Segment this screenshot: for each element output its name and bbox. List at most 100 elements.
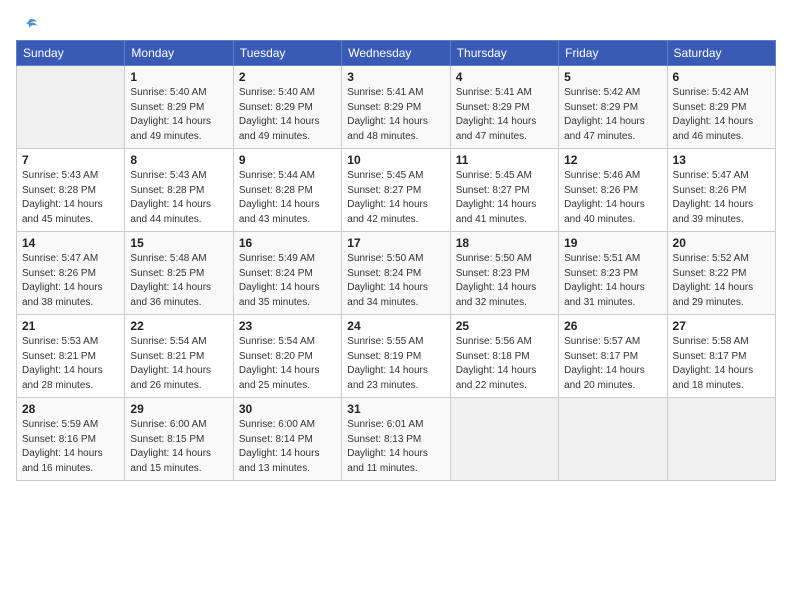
day-info: Sunrise: 5:40 AM Sunset: 8:29 PM Dayligh…: [130, 86, 227, 144]
calendar-cell: 11Sunrise: 5:45 AM Sunset: 8:27 PM Dayli…: [450, 149, 558, 232]
calendar-cell: 31Sunrise: 6:01 AM Sunset: 8:13 PM Dayli…: [342, 398, 450, 481]
day-info: Sunrise: 5:49 AM Sunset: 8:24 PM Dayligh…: [239, 252, 336, 310]
day-info: Sunrise: 5:57 AM Sunset: 8:17 PM Dayligh…: [564, 335, 661, 393]
day-info: Sunrise: 5:53 AM Sunset: 8:21 PM Dayligh…: [22, 335, 119, 393]
day-info: Sunrise: 5:59 AM Sunset: 8:16 PM Dayligh…: [22, 418, 119, 476]
calendar-week-row: 21 Sunrise: 5:53 AM Sunset: 8:21 PM Dayli…: [17, 315, 776, 398]
calendar-cell: 28 Sunrise: 5:59 AM Sunset: 8:16 PM Dayli…: [17, 398, 125, 481]
day-number: 5: [564, 70, 661, 84]
calendar-cell: 10 Sunrise: 5:45 AM Sunset: 8:27 PM Dayli…: [342, 149, 450, 232]
day-info: Sunrise: 5:44 AM Sunset: 8:28 PM Dayligh…: [239, 169, 336, 227]
calendar-cell: 20 Sunrise: 5:52 AM Sunset: 8:22 PM Dayli…: [667, 232, 775, 315]
day-header-friday: Friday: [559, 41, 667, 66]
day-info: Sunrise: 5:41 AM Sunset: 8:29 PM Dayligh…: [347, 86, 444, 144]
calendar-cell: 19Sunrise: 5:51 AM Sunset: 8:23 PM Dayli…: [559, 232, 667, 315]
day-number: 19: [564, 236, 661, 250]
calendar-cell: [559, 398, 667, 481]
calendar-cell: [667, 398, 775, 481]
day-info: Sunrise: 5:58 AM Sunset: 8:17 PM Dayligh…: [673, 335, 770, 393]
calendar-cell: 26 Sunrise: 5:57 AM Sunset: 8:17 PM Dayli…: [559, 315, 667, 398]
day-header-saturday: Saturday: [667, 41, 775, 66]
day-number: 31: [347, 402, 444, 416]
calendar-cell: 4 Sunrise: 5:41 AM Sunset: 8:29 PM Daylig…: [450, 66, 558, 149]
day-info: Sunrise: 5:48 AM Sunset: 8:25 PM Dayligh…: [130, 252, 227, 310]
day-number: 25: [456, 319, 553, 333]
day-number: 7: [22, 153, 119, 167]
day-number: 8: [130, 153, 227, 167]
calendar-cell: 22 Sunrise: 5:54 AM Sunset: 8:21 PM Dayli…: [125, 315, 233, 398]
day-info: Sunrise: 5:50 AM Sunset: 8:23 PM Dayligh…: [456, 252, 553, 310]
calendar-cell: 7 Sunrise: 5:43 AM Sunset: 8:28 PM Daylig…: [17, 149, 125, 232]
calendar-week-row: 7 Sunrise: 5:43 AM Sunset: 8:28 PM Daylig…: [17, 149, 776, 232]
day-number: 13: [673, 153, 770, 167]
day-number: 6: [673, 70, 770, 84]
calendar-cell: 15 Sunrise: 5:48 AM Sunset: 8:25 PM Dayli…: [125, 232, 233, 315]
calendar-cell: 17Sunrise: 5:50 AM Sunset: 8:24 PM Dayli…: [342, 232, 450, 315]
calendar-cell: 30 Sunrise: 6:00 AM Sunset: 8:14 PM Dayli…: [233, 398, 341, 481]
calendar-cell: [17, 66, 125, 149]
day-info: Sunrise: 5:46 AM Sunset: 8:26 PM Dayligh…: [564, 169, 661, 227]
calendar-cell: 12 Sunrise: 5:46 AM Sunset: 8:26 PM Dayli…: [559, 149, 667, 232]
day-number: 10: [347, 153, 444, 167]
day-info: Sunrise: 5:54 AM Sunset: 8:21 PM Dayligh…: [130, 335, 227, 393]
calendar-cell: 27Sunrise: 5:58 AM Sunset: 8:17 PM Dayli…: [667, 315, 775, 398]
day-number: 28: [22, 402, 119, 416]
calendar-cell: 2Sunrise: 5:40 AM Sunset: 8:29 PM Daylig…: [233, 66, 341, 149]
calendar-header-row: SundayMondayTuesdayWednesdayThursdayFrid…: [17, 41, 776, 66]
day-number: 14: [22, 236, 119, 250]
day-number: 20: [673, 236, 770, 250]
day-info: Sunrise: 6:00 AM Sunset: 8:15 PM Dayligh…: [130, 418, 227, 476]
calendar-cell: 23Sunrise: 5:54 AM Sunset: 8:20 PM Dayli…: [233, 315, 341, 398]
day-number: 30: [239, 402, 336, 416]
day-number: 9: [239, 153, 336, 167]
day-header-tuesday: Tuesday: [233, 41, 341, 66]
page-header: [16, 16, 776, 34]
calendar-week-row: 14 Sunrise: 5:47 AM Sunset: 8:26 PM Dayli…: [17, 232, 776, 315]
day-number: 17: [347, 236, 444, 250]
day-info: Sunrise: 5:43 AM Sunset: 8:28 PM Dayligh…: [130, 169, 227, 227]
day-info: Sunrise: 6:00 AM Sunset: 8:14 PM Dayligh…: [239, 418, 336, 476]
calendar-table: SundayMondayTuesdayWednesdayThursdayFrid…: [16, 40, 776, 481]
calendar-cell: 29 Sunrise: 6:00 AM Sunset: 8:15 PM Dayli…: [125, 398, 233, 481]
day-number: 21: [22, 319, 119, 333]
day-info: Sunrise: 5:41 AM Sunset: 8:29 PM Dayligh…: [456, 86, 553, 144]
calendar-cell: 21 Sunrise: 5:53 AM Sunset: 8:21 PM Dayli…: [17, 315, 125, 398]
day-number: 16: [239, 236, 336, 250]
day-info: Sunrise: 5:45 AM Sunset: 8:27 PM Dayligh…: [347, 169, 444, 227]
calendar-cell: [450, 398, 558, 481]
day-header-sunday: Sunday: [17, 41, 125, 66]
day-info: Sunrise: 5:52 AM Sunset: 8:22 PM Dayligh…: [673, 252, 770, 310]
calendar-cell: 6 Sunrise: 5:42 AM Sunset: 8:29 PM Daylig…: [667, 66, 775, 149]
day-number: 18: [456, 236, 553, 250]
calendar-cell: 25Sunrise: 5:56 AM Sunset: 8:18 PM Dayli…: [450, 315, 558, 398]
calendar-week-row: 28 Sunrise: 5:59 AM Sunset: 8:16 PM Dayli…: [17, 398, 776, 481]
calendar-cell: 8 Sunrise: 5:43 AM Sunset: 8:28 PM Daylig…: [125, 149, 233, 232]
calendar-cell: 1Sunrise: 5:40 AM Sunset: 8:29 PM Daylig…: [125, 66, 233, 149]
day-header-wednesday: Wednesday: [342, 41, 450, 66]
day-number: 26: [564, 319, 661, 333]
day-number: 12: [564, 153, 661, 167]
day-number: 15: [130, 236, 227, 250]
calendar-cell: 18 Sunrise: 5:50 AM Sunset: 8:23 PM Dayli…: [450, 232, 558, 315]
day-number: 4: [456, 70, 553, 84]
calendar-cell: 3 Sunrise: 5:41 AM Sunset: 8:29 PM Daylig…: [342, 66, 450, 149]
calendar-cell: 16 Sunrise: 5:49 AM Sunset: 8:24 PM Dayli…: [233, 232, 341, 315]
day-info: Sunrise: 5:40 AM Sunset: 8:29 PM Dayligh…: [239, 86, 336, 144]
day-info: Sunrise: 5:47 AM Sunset: 8:26 PM Dayligh…: [22, 252, 119, 310]
day-info: Sunrise: 5:42 AM Sunset: 8:29 PM Dayligh…: [564, 86, 661, 144]
day-header-monday: Monday: [125, 41, 233, 66]
calendar-cell: 24Sunrise: 5:55 AM Sunset: 8:19 PM Dayli…: [342, 315, 450, 398]
day-info: Sunrise: 5:47 AM Sunset: 8:26 PM Dayligh…: [673, 169, 770, 227]
day-info: Sunrise: 5:45 AM Sunset: 8:27 PM Dayligh…: [456, 169, 553, 227]
calendar-week-row: 1Sunrise: 5:40 AM Sunset: 8:29 PM Daylig…: [17, 66, 776, 149]
day-info: Sunrise: 5:42 AM Sunset: 8:29 PM Dayligh…: [673, 86, 770, 144]
day-number: 23: [239, 319, 336, 333]
day-number: 29: [130, 402, 227, 416]
day-header-thursday: Thursday: [450, 41, 558, 66]
day-info: Sunrise: 5:43 AM Sunset: 8:28 PM Dayligh…: [22, 169, 119, 227]
day-number: 24: [347, 319, 444, 333]
logo: [16, 16, 40, 34]
day-number: 3: [347, 70, 444, 84]
day-number: 22: [130, 319, 227, 333]
calendar-cell: 13 Sunrise: 5:47 AM Sunset: 8:26 PM Dayli…: [667, 149, 775, 232]
